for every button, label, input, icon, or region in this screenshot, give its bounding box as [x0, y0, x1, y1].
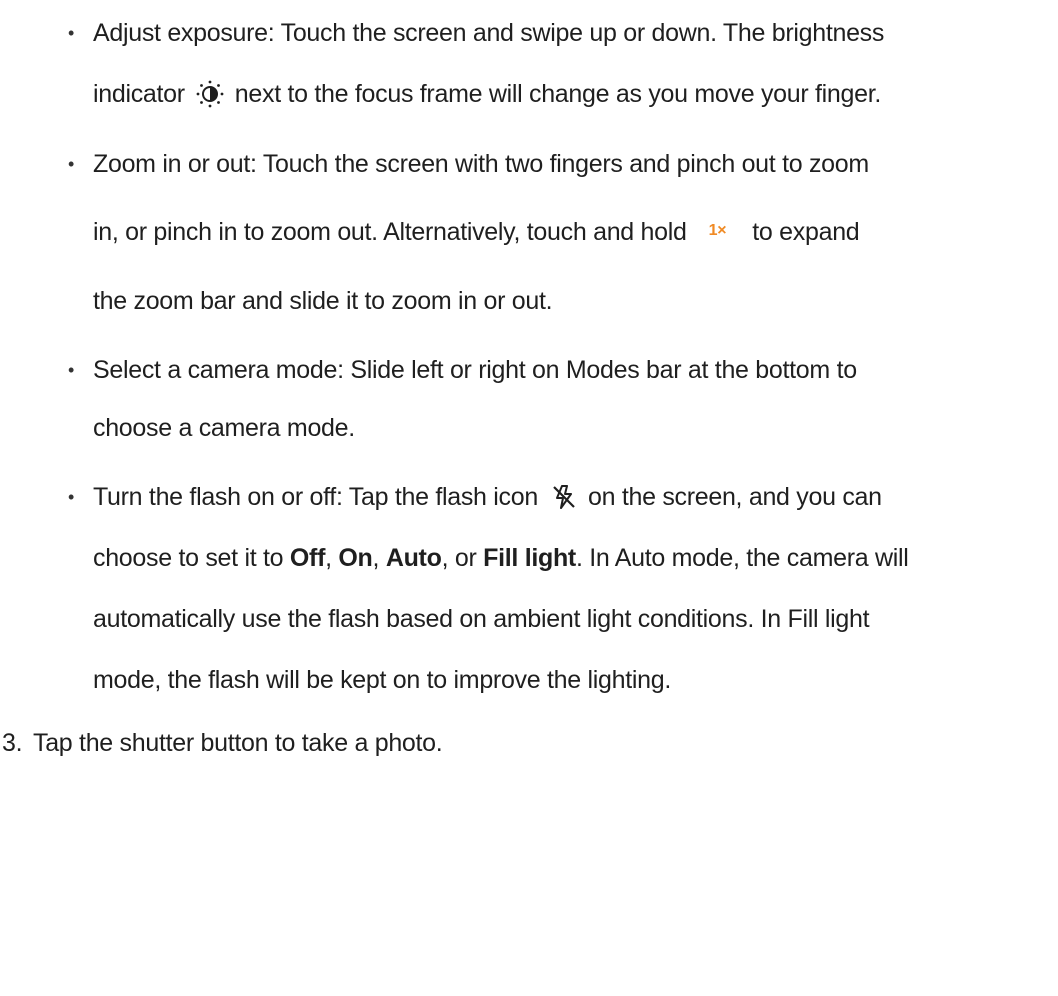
separator: , or — [441, 543, 484, 572]
paragraph-line: mode, the flash will be kept on to impro… — [93, 665, 671, 695]
line-text: mode, the flash will be kept on to impro… — [93, 665, 671, 694]
flash-option-auto: Auto — [385, 543, 442, 572]
step-text: Tap the shutter button to take a photo. — [33, 728, 443, 757]
line-text: indicator — [93, 79, 185, 108]
paragraph-line: indicator next to the focus frame will c… — [93, 79, 881, 109]
step-number: 3. — [2, 728, 23, 757]
line-text: the zoom bar and slide it to zoom in or … — [93, 286, 553, 315]
flash-option-off: Off — [289, 543, 326, 572]
paragraph-line: the zoom bar and slide it to zoom in or … — [93, 286, 553, 316]
line-text: in, or pinch in to zoom out. Alternative… — [93, 217, 687, 246]
line-text: next to the focus frame will change as y… — [234, 79, 882, 108]
bullet-marker: • — [68, 360, 75, 380]
paragraph-line: Select a camera mode: Slide left or righ… — [93, 355, 857, 385]
line-text: to expand — [752, 217, 860, 246]
paragraph-line: automatically use the flash based on amb… — [93, 604, 870, 634]
paragraph-line: Zoom in or out: Touch the screen with tw… — [93, 149, 869, 179]
bullet-marker: • — [68, 23, 75, 43]
line-text: . In Auto mode, the camera will — [575, 543, 909, 572]
line-text: choose a camera mode. — [93, 413, 355, 442]
flash-option-on: On — [338, 543, 373, 572]
paragraph-line: in, or pinch in to zoom out. Alternative… — [93, 217, 860, 247]
flash-off-icon — [550, 483, 578, 511]
line-text: on the screen, and you can — [587, 482, 882, 511]
paragraph-line: Adjust exposure: Touch the screen and sw… — [93, 18, 884, 48]
line-text: Zoom in or out: Touch the screen with tw… — [93, 149, 869, 178]
paragraph-line: Turn the flash on or off: Tap the flash … — [93, 482, 882, 512]
separator: , — [372, 543, 386, 572]
paragraph-line: choose to set it to Off, On, Auto, or Fi… — [93, 543, 909, 573]
line-text: automatically use the flash based on amb… — [93, 604, 870, 633]
bullet-marker: • — [68, 487, 75, 507]
line-text: Adjust exposure: Touch the screen and sw… — [93, 18, 885, 47]
separator: , — [325, 543, 339, 572]
line-text: Select a camera mode: Slide left or righ… — [93, 355, 857, 384]
brightness-icon — [195, 79, 225, 109]
bullet-marker: • — [68, 154, 75, 174]
flash-option-fill-light: Fill light — [483, 543, 576, 572]
line-text: Turn the flash on or off: Tap the flash … — [93, 482, 538, 511]
paragraph-line: choose a camera mode. — [93, 413, 355, 443]
line-text: choose to set it to — [93, 543, 290, 572]
zoom-badge: 1× — [708, 222, 727, 239]
step-3: 3. Tap the shutter button to take a phot… — [2, 728, 443, 758]
